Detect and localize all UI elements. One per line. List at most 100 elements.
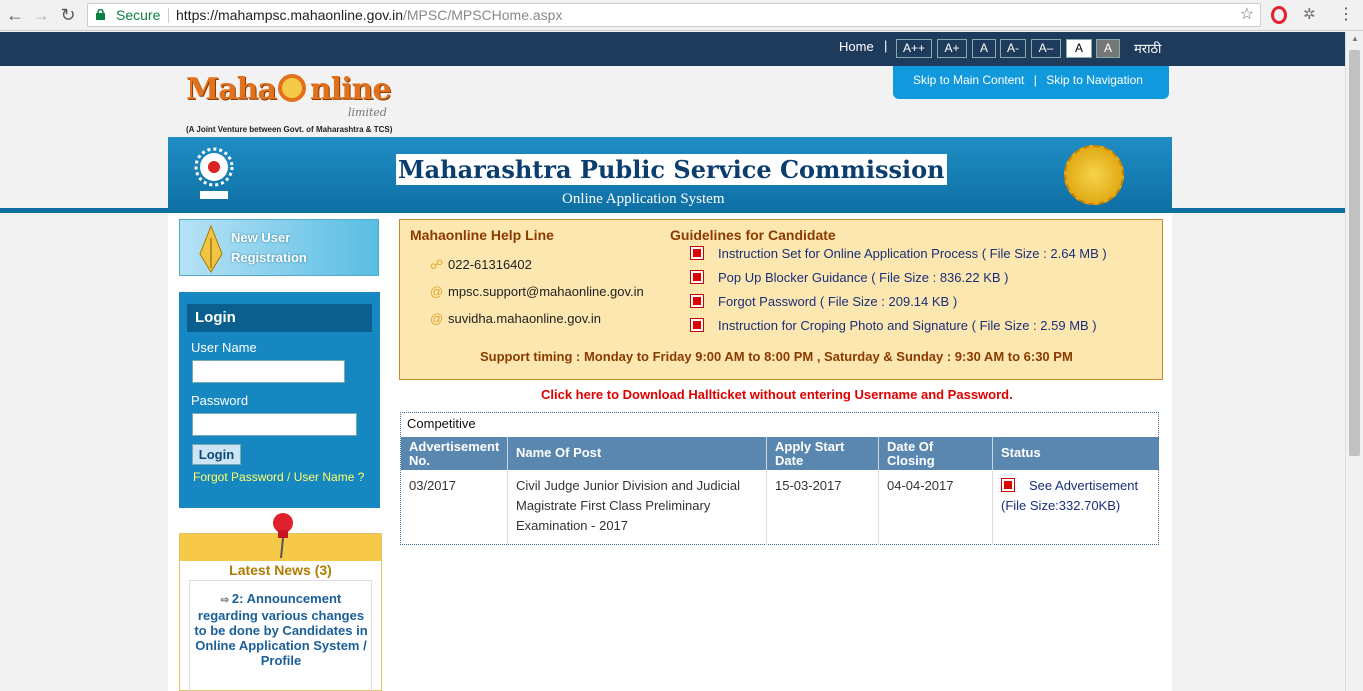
scroll-thumb[interactable] (1349, 50, 1360, 456)
table-cell-closing-date: 04-04-2017 (879, 470, 993, 545)
username-field[interactable] (192, 360, 345, 383)
password-label: Password (191, 393, 249, 408)
helpline-heading: Mahaonline Help Line (410, 227, 554, 243)
table-cell-status: See Advertisement (File Size:332.70KB) (993, 470, 1159, 545)
guideline-item[interactable]: Forgot Password ( File Size : 209.14 KB … (690, 294, 957, 309)
url-host: https://mahampsc.mahaonline.gov.in (176, 7, 403, 23)
topbar-separator: | (884, 38, 888, 53)
skip-main-link[interactable]: Skip to Main Content (913, 73, 1024, 87)
column-header: Status (1001, 445, 1041, 460)
password-field[interactable] (192, 413, 357, 436)
font-size-a-plus-plus-button[interactable]: A++ (896, 39, 932, 58)
marathi-language-link[interactable]: मराठी (1134, 39, 1161, 57)
support-timing: Support timing : Monday to Friday 9:00 A… (480, 349, 1073, 364)
table-cell-post: Civil Judge Junior Division and Judicial… (508, 470, 767, 545)
pen-nib-icon (199, 224, 223, 273)
accessibility-bar: Home | A++ A+ A A- A– A A मराठी (0, 32, 1345, 66)
username-label: User Name (191, 340, 257, 355)
pdf-icon (690, 270, 704, 284)
new-user-label: New User Registration (231, 230, 307, 265)
competitive-table: Competitive Advertisement No. Name Of Po… (400, 412, 1159, 545)
support-site[interactable]: suvidha.mahaonline.gov.in (448, 311, 601, 326)
font-size-a-plus-button[interactable]: A+ (937, 39, 967, 58)
page-title: Maharashtra Public Service Commission (396, 154, 947, 185)
url-text[interactable]: https://mahampsc.mahaonline.gov.in/MPSC/… (176, 4, 562, 26)
see-advertisement-link[interactable]: See Advertisement (1029, 478, 1138, 493)
font-size-a-minus-minus-button[interactable]: A– (1031, 39, 1061, 58)
skip-separator: | (1033, 73, 1037, 87)
extension-icon[interactable]: ✲ (1303, 5, 1316, 23)
login-panel: Login User Name Password Login Forgot Pa… (179, 292, 380, 508)
at-icon: @ (430, 284, 444, 299)
login-button[interactable]: Login (192, 444, 241, 465)
phone-row: ☍ 022-61316402 (430, 257, 532, 275)
forward-icon[interactable]: → (30, 4, 52, 26)
address-divider (168, 8, 169, 23)
logo-emblem-icon (278, 74, 306, 102)
column-header: Apply Start Date (767, 437, 879, 470)
url-path: /MPSC/MPSCHome.aspx (402, 7, 563, 23)
page-subtitle: Online Application System (562, 191, 725, 207)
pdf-icon (690, 294, 704, 308)
news-title: Latest News (3) (229, 562, 332, 578)
email-row: @ mpsc.support@mahaonline.gov.in (430, 284, 644, 302)
new-user-registration-button[interactable]: New User Registration (179, 219, 379, 276)
column-header: Advertisement No. (401, 437, 508, 470)
page-scrollbar[interactable]: ▲ (1345, 32, 1363, 691)
logo-wordmark-right: nline (309, 72, 392, 107)
support-email[interactable]: mpsc.support@mahaonline.gov.in (448, 284, 644, 299)
browser-toolbar: ← → ↻ Secure https://mahampsc.mahaonline… (0, 0, 1363, 31)
guideline-item[interactable]: Pop Up Blocker Guidance ( File Size : 83… (690, 270, 1008, 285)
advertisement-file-size: (File Size:332.70KB) (1001, 498, 1121, 513)
table-header: Advertisement No. Name Of Post Apply Sta… (401, 437, 1159, 470)
guideline-item-text[interactable]: Instruction Set for Online Application P… (718, 246, 1107, 261)
helpline-panel: Mahaonline Help Line ☍ 022-61316402 @ mpsc… (399, 219, 1163, 380)
reload-icon[interactable]: ↻ (57, 4, 79, 26)
at-icon: @ (430, 311, 444, 326)
news-item[interactable]: ⇨ 2: Announcement regarding various chan… (192, 591, 370, 668)
guideline-item-text[interactable]: Pop Up Blocker Guidance ( File Size : 83… (718, 270, 1008, 285)
pdf-icon (690, 318, 704, 332)
skip-nav-link[interactable]: Skip to Navigation (1046, 73, 1143, 87)
theme-gray-button[interactable]: A (1096, 39, 1120, 58)
secure-label: Secure (116, 7, 161, 23)
site-banner: Maharashtra Public Service Commission On… (168, 137, 1172, 213)
guideline-item[interactable]: Instruction Set for Online Application P… (690, 246, 1107, 261)
font-size-a-minus-button[interactable]: A- (1000, 39, 1026, 58)
forgot-password-link[interactable]: Forgot Password / User Name ? (193, 470, 364, 484)
address-bar[interactable]: Secure https://mahampsc.mahaonline.gov.i… (87, 3, 1261, 27)
column-header: Name Of Post (508, 437, 767, 470)
maharashtra-seal-icon (1064, 145, 1124, 205)
phone-number: 022-61316402 (448, 257, 532, 272)
table-cell-adv-no: 03/2017 (401, 470, 508, 545)
guideline-item-text[interactable]: Instruction for Croping Photo and Signat… (718, 318, 1097, 333)
guideline-item[interactable]: Instruction for Croping Photo and Signat… (690, 318, 1097, 333)
competitive-label: Competitive (407, 416, 476, 431)
browser-menu-icon[interactable]: ⋮ (1338, 4, 1354, 24)
table-cell-start-date: 15-03-2017 (767, 470, 879, 545)
font-size-a-button[interactable]: A (972, 39, 996, 58)
opera-icon[interactable] (1271, 6, 1287, 24)
mpsc-emblem-icon (194, 147, 234, 199)
pdf-icon (1001, 478, 1015, 492)
hallticket-download-link[interactable]: Click here to Download Hallticket withou… (541, 387, 1013, 402)
mahaonline-logo: Maha nline limited (A Joint Venture betwe… (186, 70, 396, 134)
lock-icon (96, 9, 105, 20)
guideline-item-text[interactable]: Forgot Password ( File Size : 209.14 KB … (718, 294, 957, 309)
column-header: Date Of Closing (879, 437, 993, 470)
home-link[interactable]: Home (839, 39, 874, 54)
bookmark-star-icon[interactable]: ☆ (1240, 4, 1254, 26)
skip-links: Skip to Main Content | Skip to Navigatio… (893, 66, 1169, 99)
guidelines-heading: Guidelines for Candidate (670, 227, 836, 243)
theme-white-button[interactable]: A (1066, 39, 1092, 58)
back-icon[interactable]: ← (4, 4, 26, 26)
logo-tagline: (A Joint Venture between Govt. of Mahara… (186, 125, 393, 134)
news-list: ⇨ 2: Announcement regarding various chan… (189, 580, 372, 691)
phone-icon: ☍ (430, 257, 444, 272)
scroll-up-icon[interactable]: ▲ (1351, 34, 1359, 43)
logo-wordmark-left: Maha (186, 72, 277, 107)
site-row: @ suvidha.mahaonline.gov.in (430, 311, 601, 329)
arrow-right-icon: ⇨ (220, 595, 232, 606)
logo-sub: limited (348, 106, 387, 119)
pushpin-icon (273, 513, 293, 559)
